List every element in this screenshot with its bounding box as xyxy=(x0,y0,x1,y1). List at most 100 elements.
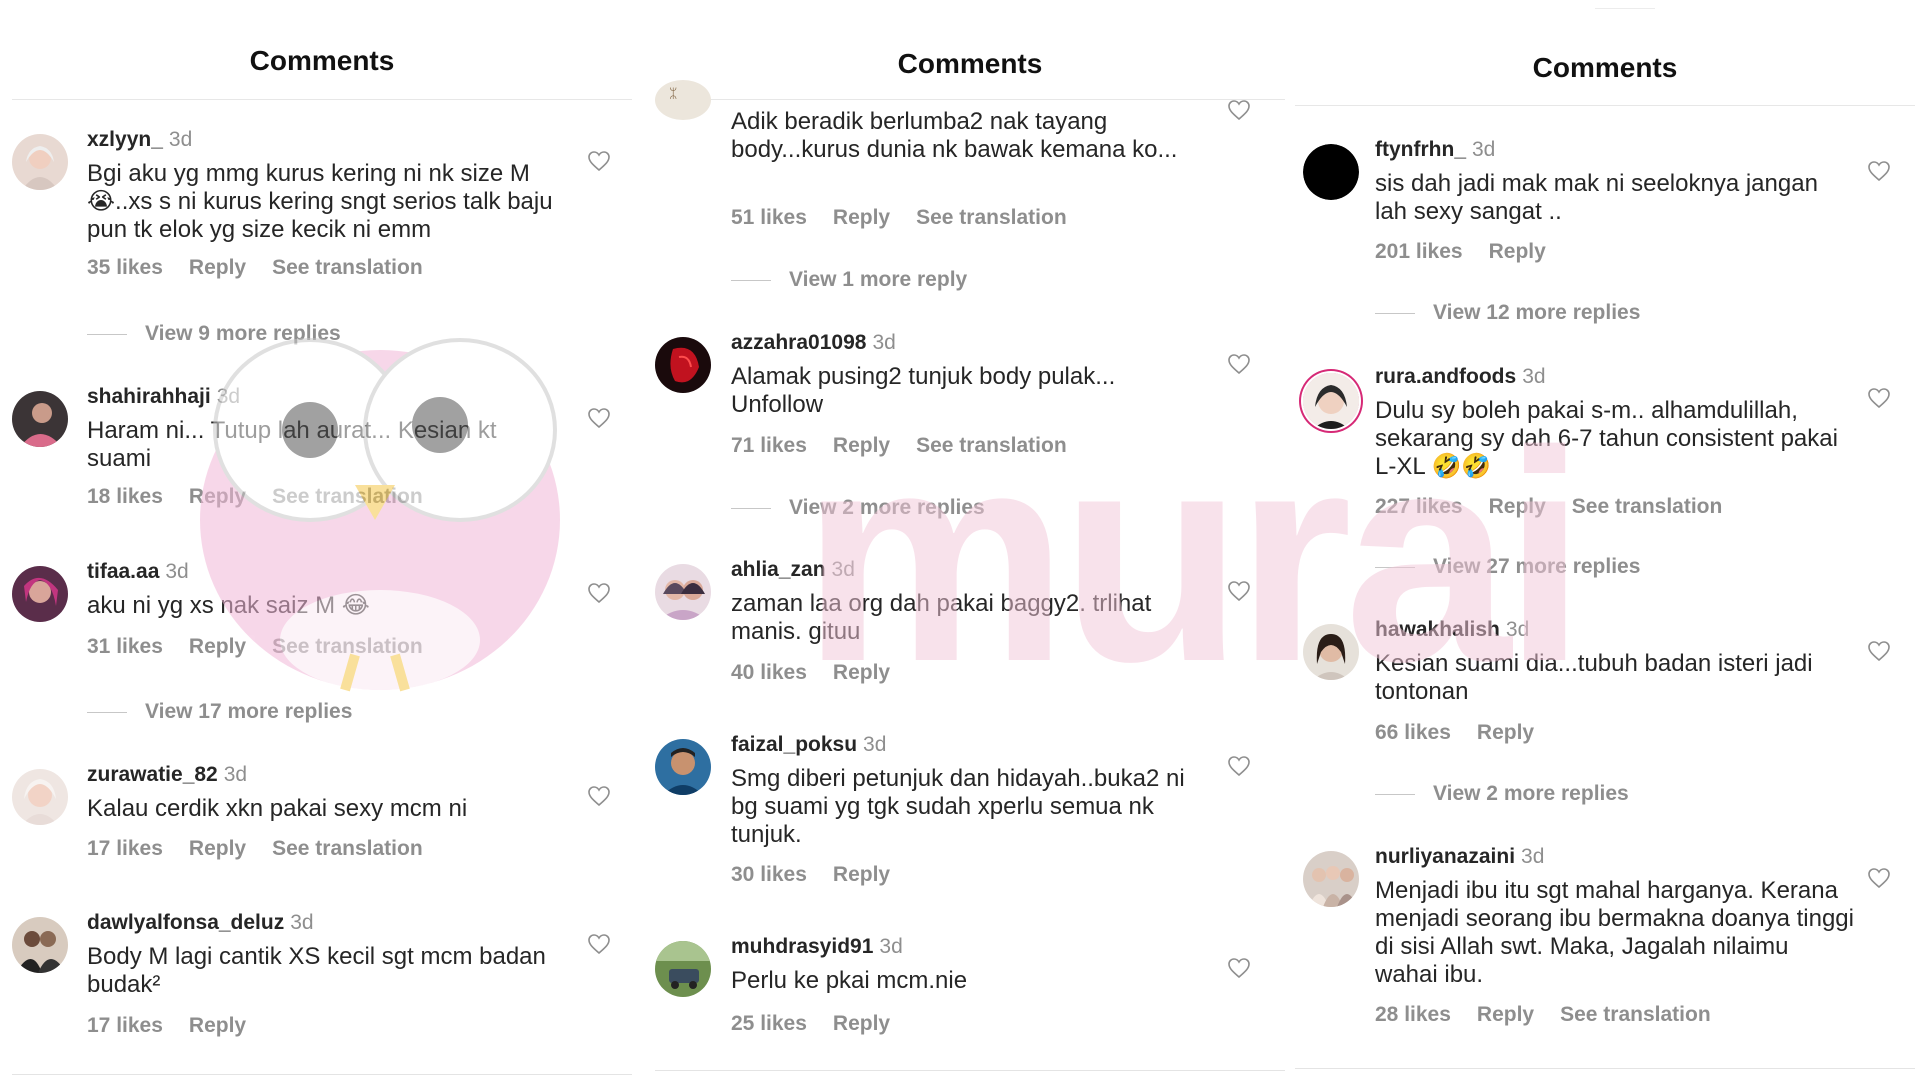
see-translation-button[interactable]: See translation xyxy=(272,256,423,279)
avatar[interactable] xyxy=(655,739,711,795)
likes-count[interactable]: 51 likes xyxy=(731,206,807,229)
likes-count[interactable]: 17 likes xyxy=(87,837,163,860)
view-replies-label[interactable]: View 2 more replies xyxy=(1433,782,1629,805)
likes-count[interactable]: 227 likes xyxy=(1375,495,1463,518)
reply-button[interactable]: Reply xyxy=(189,635,246,658)
likes-count[interactable]: 30 likes xyxy=(731,863,807,886)
comment-text: Body M lagi cantik XS kecil sgt mcm bada… xyxy=(87,943,546,998)
comment-time: 3d xyxy=(165,560,189,583)
see-translation-button[interactable]: See translation xyxy=(1560,1003,1711,1026)
likes-count[interactable]: 25 likes xyxy=(731,1012,807,1035)
view-replies-label[interactable]: View 2 more replies xyxy=(789,496,985,519)
likes-count[interactable]: 201 likes xyxy=(1375,240,1463,263)
view-replies-link[interactable]: View 12 more replies xyxy=(1375,301,1640,325)
reply-button[interactable]: Reply xyxy=(189,837,246,860)
reply-button[interactable]: Reply xyxy=(1489,495,1546,518)
avatar[interactable] xyxy=(12,917,68,973)
heart-icon[interactable] xyxy=(1227,755,1251,777)
avatar[interactable] xyxy=(1303,851,1359,907)
comment-username[interactable]: faizal_poksu xyxy=(731,733,857,756)
view-replies-link[interactable]: View 2 more replies xyxy=(731,496,985,520)
reply-button[interactable]: Reply xyxy=(1489,240,1546,263)
reply-button[interactable]: Reply xyxy=(833,661,890,684)
likes-count[interactable]: 17 likes xyxy=(87,1014,163,1037)
comment-time: 3d xyxy=(863,733,887,756)
avatar[interactable] xyxy=(1303,624,1359,680)
comment-text: Dulu sy boleh pakai s-m.. alhamdulillah,… xyxy=(1375,397,1838,480)
see-translation-button[interactable]: See translation xyxy=(272,837,423,860)
comment-username[interactable]: tifaa.aa xyxy=(87,560,159,583)
comment-username[interactable]: ahlia_zan xyxy=(731,558,826,581)
avatar[interactable] xyxy=(12,566,68,622)
reply-button[interactable]: Reply xyxy=(1477,721,1534,744)
heart-icon[interactable] xyxy=(587,582,611,604)
view-replies-label[interactable]: View 17 more replies xyxy=(145,700,352,723)
reply-button[interactable]: Reply xyxy=(833,206,890,229)
comment-time: 3d xyxy=(1522,365,1546,388)
view-replies-link[interactable]: View 2 more replies xyxy=(1375,782,1629,806)
heart-icon[interactable] xyxy=(1867,160,1891,182)
avatar[interactable] xyxy=(1303,373,1359,429)
comment-username[interactable]: hawakhalish xyxy=(1375,618,1500,641)
heart-icon[interactable] xyxy=(1867,640,1891,662)
comment-username[interactable]: dawlyalfonsa_deluz xyxy=(87,911,284,934)
avatar[interactable] xyxy=(655,941,711,997)
see-translation-button[interactable]: See translation xyxy=(272,485,423,508)
heart-icon[interactable] xyxy=(1227,353,1251,375)
view-replies-label[interactable]: View 9 more replies xyxy=(145,322,341,345)
avatar[interactable] xyxy=(655,337,711,393)
reply-button[interactable]: Reply xyxy=(189,485,246,508)
reply-button[interactable]: Reply xyxy=(833,434,890,457)
reply-button[interactable]: Reply xyxy=(833,863,890,886)
comment-username[interactable]: zurawatie_82 xyxy=(87,763,218,786)
heart-icon[interactable] xyxy=(1227,99,1251,121)
comment-username[interactable]: nurliyanazaini xyxy=(1375,845,1515,868)
view-replies-label[interactable]: View 12 more replies xyxy=(1433,301,1640,324)
comment-username[interactable]: azzahra01098 xyxy=(731,331,866,354)
likes-count[interactable]: 31 likes xyxy=(87,635,163,658)
likes-count[interactable]: 71 likes xyxy=(731,434,807,457)
comment-username[interactable]: xzlyyn_ xyxy=(87,128,163,151)
panel-header: Comments xyxy=(655,0,1285,100)
likes-count[interactable]: 40 likes xyxy=(731,661,807,684)
bottom-divider xyxy=(1295,1068,1915,1069)
see-translation-button[interactable]: See translation xyxy=(916,206,1067,229)
see-translation-button[interactable]: See translation xyxy=(1572,495,1723,518)
reply-button[interactable]: Reply xyxy=(189,1014,246,1037)
comment-text: aku ni yg xs nak saiz M 😂 xyxy=(87,592,370,619)
avatar[interactable] xyxy=(1303,144,1359,200)
heart-icon[interactable] xyxy=(587,150,611,172)
avatar[interactable]: ᛯ xyxy=(655,80,711,120)
see-translation-button[interactable]: See translation xyxy=(272,635,423,658)
view-replies-label[interactable]: View 1 more reply xyxy=(789,268,967,291)
likes-count[interactable]: 18 likes xyxy=(87,485,163,508)
reply-button[interactable]: Reply xyxy=(833,1012,890,1035)
heart-icon[interactable] xyxy=(587,933,611,955)
reply-button[interactable]: Reply xyxy=(1477,1003,1534,1026)
view-replies-link[interactable]: View 27 more replies xyxy=(1375,555,1640,579)
view-replies-link[interactable]: View 1 more reply xyxy=(731,268,967,292)
avatar[interactable] xyxy=(12,769,68,825)
view-replies-label[interactable]: View 27 more replies xyxy=(1433,555,1640,578)
likes-count[interactable]: 35 likes xyxy=(87,256,163,279)
comment-username[interactable]: shahirahhaji xyxy=(87,385,211,408)
avatar[interactable] xyxy=(12,134,68,190)
avatar[interactable] xyxy=(655,564,711,620)
likes-count[interactable]: 28 likes xyxy=(1375,1003,1451,1026)
heart-icon[interactable] xyxy=(1227,580,1251,602)
reply-button[interactable]: Reply xyxy=(189,256,246,279)
see-translation-button[interactable]: See translation xyxy=(916,434,1067,457)
heart-icon[interactable] xyxy=(587,785,611,807)
avatar[interactable] xyxy=(12,391,68,447)
heart-icon[interactable] xyxy=(587,407,611,429)
view-replies-link[interactable]: View 9 more replies xyxy=(87,322,341,346)
heart-icon[interactable] xyxy=(1867,867,1891,889)
comment-username[interactable]: rura.andfoods xyxy=(1375,365,1516,388)
comment-username[interactable]: muhdrasyid91 xyxy=(731,935,873,958)
heart-icon[interactable] xyxy=(1227,957,1251,979)
likes-count[interactable]: 66 likes xyxy=(1375,721,1451,744)
heart-icon[interactable] xyxy=(1867,387,1891,409)
comment-username[interactable]: ftynfrhn_ xyxy=(1375,138,1466,161)
view-replies-link[interactable]: View 17 more replies xyxy=(87,700,352,724)
comment-meta: 28 likes Reply See translation xyxy=(1375,1003,1737,1027)
